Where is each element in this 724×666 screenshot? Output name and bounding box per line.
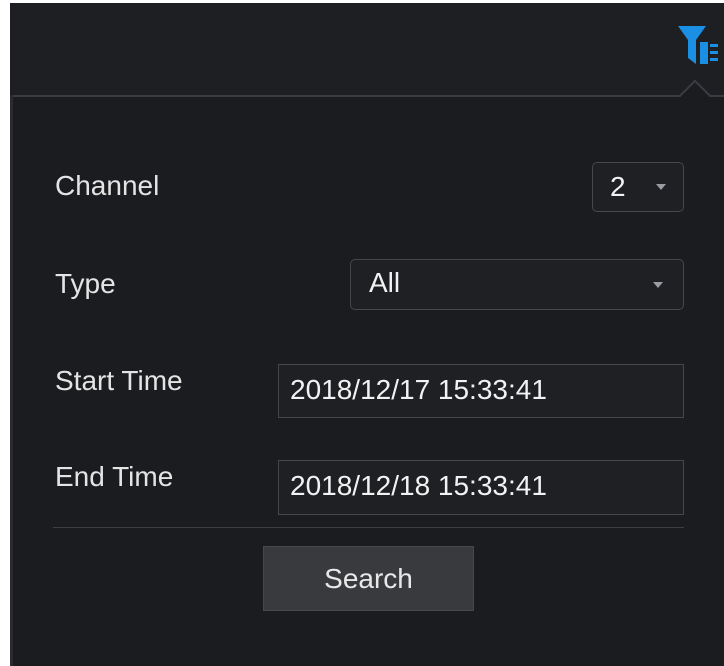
start-time-field[interactable]: 2018/12/17 15:33:41 xyxy=(278,364,684,418)
channel-label: Channel xyxy=(55,170,160,201)
search-button[interactable]: Search xyxy=(263,546,474,611)
type-select[interactable]: All xyxy=(350,259,684,310)
end-time-label: End Time xyxy=(55,461,174,492)
chevron-down-icon xyxy=(656,184,666,190)
type-value: All xyxy=(369,267,401,298)
start-time-label: Start Time xyxy=(55,365,183,396)
filter-list-icon xyxy=(678,26,718,64)
panel-edge xyxy=(10,95,13,666)
end-time-field[interactable]: 2018/12/18 15:33:41 xyxy=(278,460,684,515)
type-label: Type xyxy=(55,268,116,299)
divider xyxy=(53,527,684,528)
filter-button[interactable] xyxy=(674,20,720,72)
top-bar xyxy=(10,3,724,95)
channel-value: 2 xyxy=(610,171,626,202)
channel-select[interactable]: 2 xyxy=(592,162,684,212)
chevron-down-icon xyxy=(653,282,663,288)
